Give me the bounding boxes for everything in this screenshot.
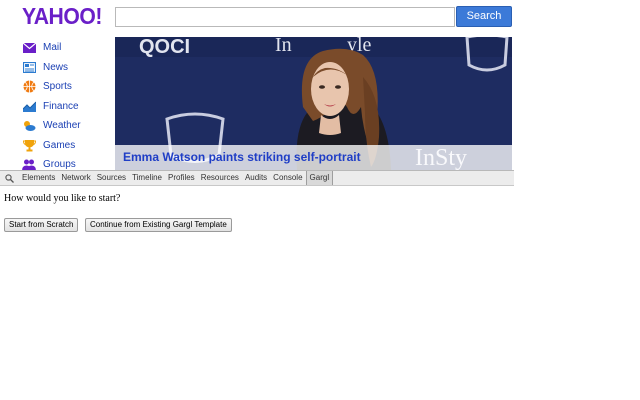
tab-audits[interactable]: Audits: [242, 171, 270, 185]
sidebar-item-mail[interactable]: Mail: [22, 38, 114, 58]
start-from-scratch-button[interactable]: Start from Scratch: [4, 218, 79, 232]
tab-network[interactable]: Network: [58, 171, 93, 185]
sidebar-item-games[interactable]: Games: [22, 136, 114, 156]
tab-resources[interactable]: Resources: [198, 171, 242, 185]
sidebar-item-label: Mail: [43, 42, 62, 54]
search-button[interactable]: Search: [456, 6, 512, 27]
featured-story[interactable]: QOCI In yle InSty Emma Watson paints str…: [115, 37, 512, 170]
featured-headline[interactable]: Emma Watson paints striking self-portrai…: [123, 150, 361, 164]
sidebar-item-weather[interactable]: Weather: [22, 116, 114, 136]
finance-icon: [22, 99, 36, 113]
sidebar-item-label: News: [43, 61, 69, 73]
tab-console[interactable]: Console: [270, 171, 305, 185]
tab-timeline[interactable]: Timeline: [129, 171, 165, 185]
search-input[interactable]: [115, 7, 455, 27]
svg-text:QOCI: QOCI: [139, 37, 190, 58]
weather-icon: [22, 119, 36, 133]
svg-text:In: In: [275, 37, 292, 56]
sidebar-item-label: Games: [43, 139, 76, 151]
sidebar-item-label: Weather: [43, 120, 81, 132]
sidebar-nav: Mail News Sports Finance Weather Games G…: [22, 38, 114, 175]
games-icon: [22, 138, 36, 152]
search-icon[interactable]: [3, 172, 15, 184]
yahoo-logo[interactable]: YAHOO!: [22, 3, 102, 30]
tab-sources[interactable]: Sources: [94, 171, 129, 185]
sports-icon: [22, 80, 36, 94]
tab-profiles[interactable]: Profiles: [165, 171, 198, 185]
sidebar-item-news[interactable]: News: [22, 58, 114, 78]
continue-from-template-button[interactable]: Continue from Existing Gargl Template: [85, 218, 232, 232]
sidebar-item-finance[interactable]: Finance: [22, 97, 114, 117]
tab-elements[interactable]: Elements: [19, 171, 58, 185]
mail-icon: [22, 41, 36, 55]
start-prompt: How would you like to start?: [4, 193, 121, 204]
sidebar-item-label: Groups: [43, 159, 76, 171]
sidebar-item-label: Finance: [43, 100, 79, 112]
sidebar-item-sports[interactable]: Sports: [22, 77, 114, 97]
devtools-toolbar: Elements Network Sources Timeline Profil…: [0, 170, 514, 186]
news-icon: [22, 60, 36, 74]
tab-gargl[interactable]: Gargl: [305, 171, 334, 185]
sidebar-item-label: Sports: [43, 81, 72, 93]
